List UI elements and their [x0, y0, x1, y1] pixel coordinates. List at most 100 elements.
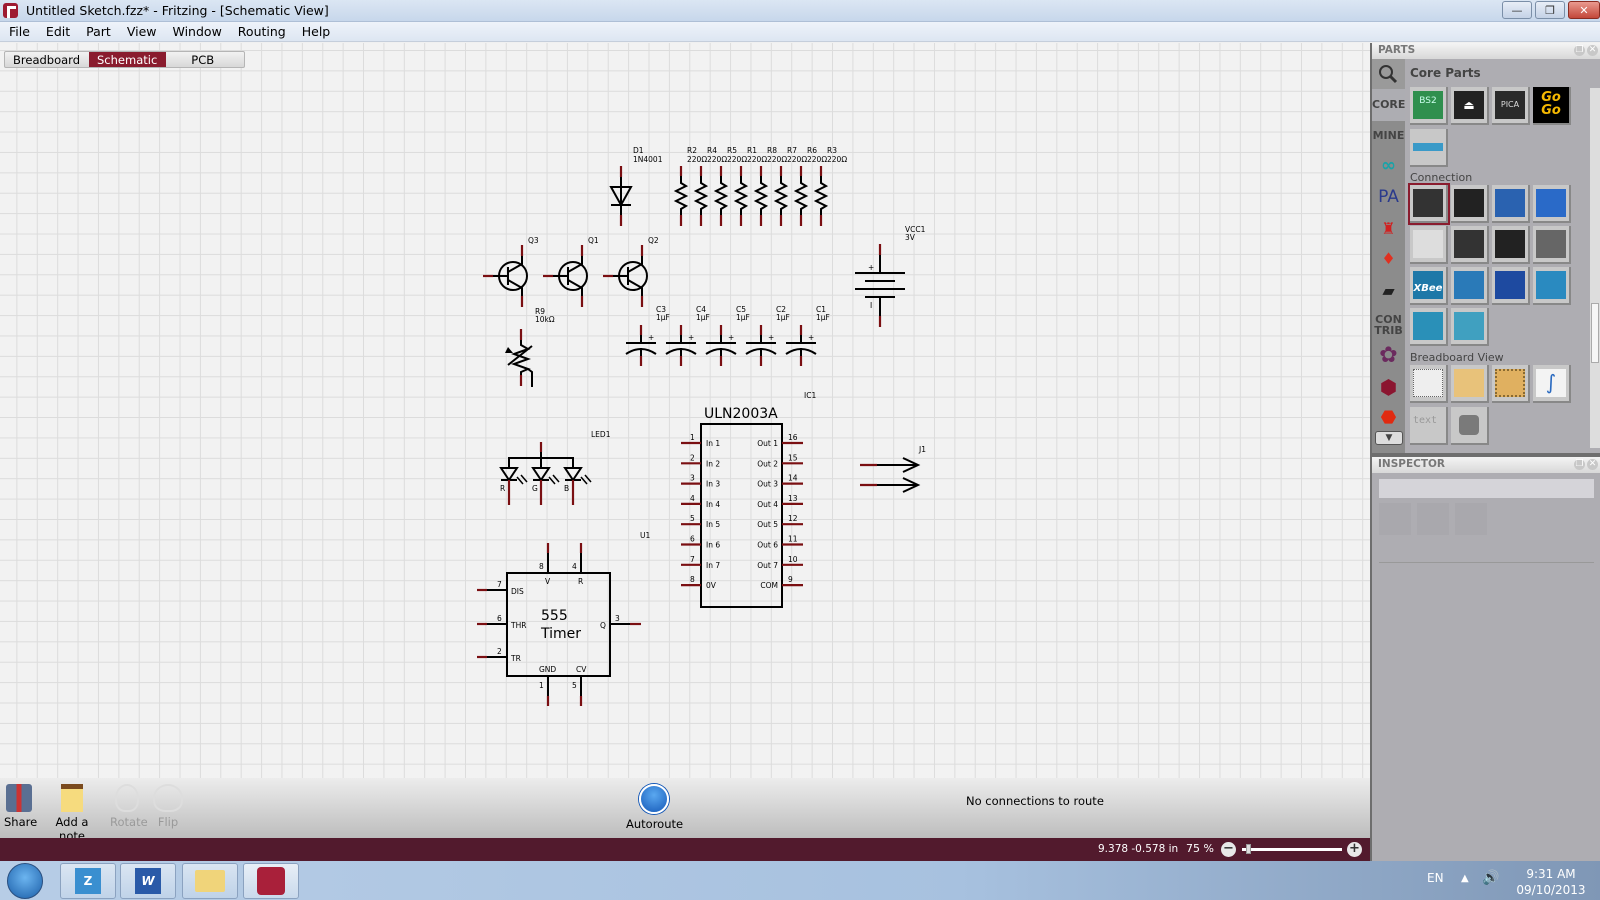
menu-window[interactable]: Window [164, 22, 229, 39]
maximize-button[interactable]: ❐ [1535, 1, 1565, 19]
zoom-out-button[interactable]: − [1221, 842, 1236, 857]
menu-part[interactable]: Part [77, 22, 118, 39]
timer-555-u1[interactable]: U1 555 Timer 8 4 V R 7 6 2 DIS THR TR 3 … [477, 531, 650, 706]
hexagon-icon[interactable]: ⬢ [1372, 375, 1405, 399]
resistor-value: 220Ω [707, 155, 727, 164]
part-stripboard[interactable] [1492, 365, 1530, 403]
part-arduino-ethernet[interactable] [1451, 267, 1489, 305]
resistor[interactable]: R2220Ω [673, 146, 707, 226]
part-bs2[interactable]: BS2 [1410, 87, 1448, 125]
part-usb[interactable] [1410, 226, 1448, 264]
taskbar-fritzing[interactable] [243, 863, 299, 899]
parts-scrollbar[interactable] [1590, 88, 1600, 448]
snootlab-icon[interactable]: ▰ [1372, 281, 1405, 300]
part-xbee[interactable]: XBee [1410, 267, 1448, 305]
zoom-slider[interactable] [1242, 844, 1342, 854]
menu-routing[interactable]: Routing [229, 22, 293, 39]
fab-icon[interactable]: ♜ [1372, 219, 1405, 238]
sparkfun-icon[interactable]: ♦ [1372, 249, 1405, 268]
part-screw-terminal[interactable] [1492, 185, 1530, 223]
rgb-led-led1[interactable]: LED1 R G B [499, 430, 611, 505]
potentiometer-r9[interactable]: R9 10kΩ [505, 307, 555, 387]
autoroute-button[interactable]: Autoroute [626, 784, 683, 831]
transistor[interactable]: Q2 [603, 236, 659, 307]
part-stripboard-teal[interactable] [1451, 308, 1489, 346]
part-breadboard[interactable] [1410, 365, 1448, 403]
float-icon[interactable]: ❐ [1574, 45, 1585, 56]
arduino-icon[interactable]: ∞ [1372, 155, 1405, 176]
part-wire[interactable]: ∫ [1533, 365, 1571, 403]
menu-help[interactable]: Help [293, 22, 338, 39]
capacitor[interactable]: C11µF+ [785, 305, 830, 366]
menu-edit[interactable]: Edit [37, 22, 77, 39]
close-icon[interactable]: ✕ [1587, 45, 1598, 56]
part-gogo[interactable]: Go Go [1533, 87, 1571, 125]
bin-tab-core[interactable]: CORE [1372, 89, 1405, 121]
capacitor[interactable]: C51µF+ [705, 305, 750, 366]
timer-ref: U1 [640, 531, 650, 540]
part-pica[interactable]: PICA [1492, 87, 1530, 125]
part-propeller[interactable]: ⏏ [1451, 87, 1489, 125]
inspector-title-field[interactable] [1379, 479, 1594, 498]
transistor[interactable]: Q1 [543, 236, 599, 307]
flip-button[interactable]: Flip [152, 784, 184, 829]
zoom-in-button[interactable]: + [1347, 842, 1362, 857]
capacitor-value: 1µF [816, 313, 830, 322]
bin-tab-mine[interactable]: MINE [1372, 129, 1405, 142]
volume-icon[interactable]: 🔊 [1482, 870, 1499, 886]
taskbar-word[interactable]: W [120, 863, 176, 899]
part-text[interactable]: text [1410, 407, 1448, 445]
part-perfboard[interactable] [1410, 308, 1448, 346]
clock[interactable]: 9:31 AM 09/10/2013 [1512, 866, 1590, 898]
float-icon[interactable]: ❐ [1574, 459, 1585, 470]
taskbar-zim[interactable]: Z [60, 863, 116, 899]
bin-title: Core Parts [1410, 66, 1481, 80]
part-ethernet[interactable] [1533, 226, 1571, 264]
capacitor[interactable]: C31µF+ [625, 305, 670, 366]
close-button[interactable]: ✕ [1568, 1, 1600, 19]
show-hidden-icons[interactable]: ▲ [1461, 873, 1469, 884]
timer-title-1: 555 [541, 608, 568, 624]
menu-view[interactable]: View [118, 22, 164, 39]
parts-scroll-thumb[interactable] [1591, 303, 1599, 363]
part-header[interactable] [1451, 185, 1489, 223]
menu-file[interactable]: File [0, 22, 37, 39]
part-shield-strip[interactable] [1410, 129, 1448, 167]
capacitor[interactable]: C21µF+ [745, 305, 790, 366]
part-power-jack[interactable] [1408, 183, 1450, 225]
part-board-blue[interactable] [1533, 267, 1571, 305]
flower-icon[interactable]: ✿ [1372, 343, 1405, 368]
scroll-down-icon[interactable]: ▼ [1375, 431, 1403, 445]
search-bin-tab[interactable] [1372, 59, 1405, 89]
language-indicator[interactable]: EN [1427, 871, 1444, 885]
bin-tab-pa[interactable]: PA [1372, 187, 1405, 207]
close-icon[interactable]: ✕ [1587, 459, 1598, 470]
pin-name-r: R [578, 577, 583, 586]
pin-num-gnd: 1 [539, 681, 544, 690]
capacitor[interactable]: C41µF+ [665, 305, 710, 366]
part-rj45[interactable] [1492, 226, 1530, 264]
uln2003a-ic1[interactable]: IC1 ULN2003A 1 In 1 2 In 2 3 In 3 4 In 4 5 In 5 6 I… [681, 391, 816, 608]
share-button[interactable]: Share [4, 784, 37, 829]
resistor-array: R2220ΩR4220ΩR5220ΩR1220ΩR8220ΩR7220ΩR622… [673, 146, 847, 226]
rotate-button[interactable]: Rotate [110, 784, 148, 829]
transistor[interactable]: Q3 [483, 236, 539, 307]
minimize-button[interactable]: — [1502, 1, 1532, 19]
part-perfboard[interactable] [1451, 365, 1489, 403]
transistor-ref: Q3 [528, 236, 539, 245]
start-button[interactable] [7, 863, 43, 899]
part-logo[interactable] [1451, 407, 1489, 445]
zoom-slider-thumb[interactable] [1245, 844, 1251, 854]
battery-vcc1[interactable]: VCC1 3V + I [855, 225, 926, 327]
diode-d1[interactable]: D1 1N4001 [609, 146, 663, 226]
add-note-button[interactable]: Add a note [44, 784, 100, 843]
stop-icon[interactable]: ⬣ [1372, 407, 1405, 428]
uln-pin-num: 13 [788, 494, 798, 503]
connector-j1[interactable]: J1 [860, 445, 926, 493]
bin-tab-contrib[interactable]: CON TRIB [1372, 314, 1405, 336]
uln-pin-num: 15 [788, 453, 798, 462]
part-microcontroller[interactable] [1492, 267, 1530, 305]
taskbar-explorer[interactable] [182, 863, 238, 899]
part-serial-port[interactable] [1533, 185, 1571, 223]
part-mini-din[interactable] [1451, 226, 1489, 264]
